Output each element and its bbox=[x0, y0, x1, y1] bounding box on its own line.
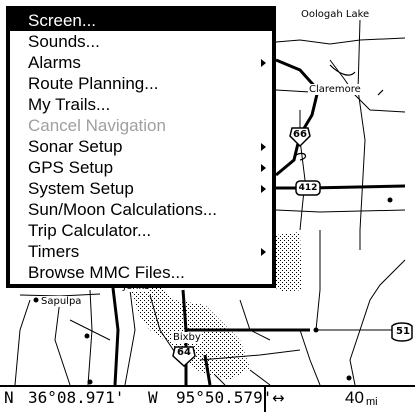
menu-item-sonar-setup[interactable]: Sonar Setup bbox=[10, 136, 272, 157]
menu-item-label: Sun/Moon Calculations... bbox=[28, 200, 217, 219]
menu-item-cancel-navigation: Cancel Navigation bbox=[10, 115, 272, 136]
zoom-range-value: 40 bbox=[345, 388, 364, 407]
longitude-direction: W bbox=[148, 388, 158, 407]
menu-item-label: Cancel Navigation bbox=[28, 116, 166, 135]
menu-item-system-setup[interactable]: System Setup bbox=[10, 178, 272, 199]
menu-item-alarms[interactable]: Alarms bbox=[10, 52, 272, 73]
status-divider bbox=[264, 387, 266, 412]
menu-item-label: Sonar Setup bbox=[28, 137, 123, 156]
menu-item-route-planning[interactable]: Route Planning... bbox=[10, 73, 272, 94]
route-shield-64: 64 bbox=[177, 347, 191, 358]
route-shield-66: 66 bbox=[293, 129, 307, 140]
menu-item-label: My Trails... bbox=[28, 95, 111, 114]
menu-item-label: Screen... bbox=[28, 11, 97, 30]
menu-item-screen[interactable]: Screen... bbox=[10, 10, 272, 31]
horizontal-arrows-icon: ↔ bbox=[272, 389, 285, 407]
menu-item-label: Trip Calculator... bbox=[28, 221, 152, 240]
map-label-oologah-lake: Oologah Lake bbox=[300, 9, 371, 20]
menu-item-label: System Setup bbox=[28, 179, 134, 198]
menu-item-label: Timers bbox=[28, 242, 80, 261]
menu-item-browse-mmc-files[interactable]: Browse MMC Files... bbox=[10, 262, 272, 283]
zoom-range-unit: mi bbox=[366, 396, 378, 408]
map-label-bixby: Bixby bbox=[172, 332, 202, 343]
map-label-claremore: Claremore bbox=[308, 84, 362, 95]
menu-item-label: Sounds... bbox=[28, 32, 100, 51]
longitude-value: 95°50.579' bbox=[176, 388, 273, 407]
gps-screen: Oologah Lake Claremore Sapulpa Jenks Bix… bbox=[0, 0, 415, 412]
menu-item-timers[interactable]: Timers bbox=[10, 241, 272, 262]
menu-item-sounds[interactable]: Sounds... bbox=[10, 31, 272, 52]
urban-area bbox=[276, 232, 302, 292]
menu-item-label: Route Planning... bbox=[28, 74, 159, 93]
main-menu-list: Screen... Sounds... Alarms Route Plannin… bbox=[10, 10, 272, 284]
menu-item-gps-setup[interactable]: GPS Setup bbox=[10, 157, 272, 178]
route-shield-51: 51 bbox=[396, 326, 410, 337]
menu-item-trip-calculator[interactable]: Trip Calculator... bbox=[10, 220, 272, 241]
menu-item-label: Browse MMC Files... bbox=[28, 263, 185, 282]
status-bar: N 36°08.971' W 95°50.579' ↔ 40 mi bbox=[0, 385, 415, 412]
submenu-arrow-icon bbox=[261, 59, 266, 67]
menu-item-label: Alarms bbox=[28, 53, 81, 72]
submenu-arrow-icon bbox=[261, 185, 266, 193]
latitude-value: 36°08.971' bbox=[28, 388, 125, 407]
main-menu: Screen... Sounds... Alarms Route Plannin… bbox=[6, 6, 276, 288]
latitude-direction: N bbox=[4, 388, 14, 407]
submenu-arrow-icon bbox=[261, 143, 266, 151]
menu-item-label: GPS Setup bbox=[28, 158, 114, 177]
submenu-arrow-icon bbox=[261, 248, 266, 256]
menu-item-sun-moon-calculations[interactable]: Sun/Moon Calculations... bbox=[10, 199, 272, 220]
menu-item-my-trails[interactable]: My Trails... bbox=[10, 94, 272, 115]
map-label-sapulpa: Sapulpa bbox=[40, 296, 83, 307]
submenu-arrow-icon bbox=[261, 164, 266, 172]
route-shield-412: 412 bbox=[298, 183, 318, 193]
